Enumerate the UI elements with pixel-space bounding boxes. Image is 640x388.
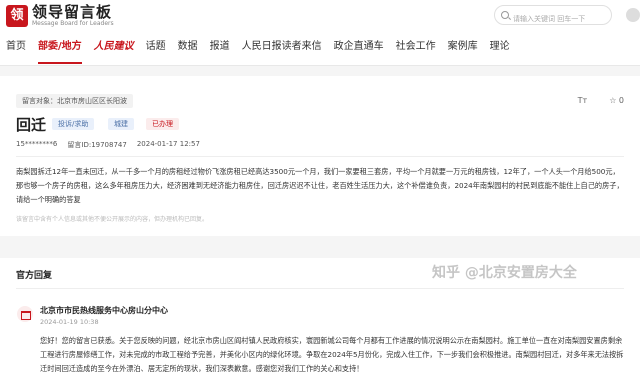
site-header: 领 领导留言板 Message Board for Leaders 首页 部委/… [0,0,640,66]
message-title: 回迁 [16,116,47,134]
message-meta: 15********6 留言ID:19708747 2024-01-17 12:… [16,140,200,150]
reply-heading: 官方回复 [16,271,53,281]
watermark: 知乎 @北京安置房大全 [432,265,577,281]
reply-time: 2024-01-19 10:38 [40,318,99,326]
site-title: 领导留言板 [32,3,113,21]
status-badge: 已办理 [146,118,179,130]
nav-item-case-library[interactable]: 案例库 [442,36,484,58]
message-id: 留言ID:19708747 [67,141,127,149]
nav-item-reports[interactable]: 报道 [204,36,236,58]
message-card: 留言对象：北京市房山区区长阳波 Tт ☆ 0 回迁 投诉/求助 城建 已办理 1… [0,76,640,236]
message-target: 留言对象：北京市房山区区长阳波 [16,94,133,108]
government-building-icon [17,306,33,322]
site-logo[interactable]: 领 领导留言板 Message Board for Leaders [6,4,114,28]
nav-item-reader-letters[interactable]: 人民日报读者来信 [236,36,328,58]
privacy-notice: 该留言中含有个人信息或其他不便公开展示的内容，但办理机构已回复。 [16,216,209,223]
main-nav: 首页 部委/地方 人民建议 话题 数据 报道 人民日报读者来信 政企直通车 社会… [0,36,640,64]
message-tools: Tт ☆ 0 [578,96,624,105]
tag-urban-construction: 城建 [108,118,134,130]
divider [16,288,624,289]
reply-content: 您好！您的留言已获悉。关于您反映的问题，经北京市房山区阎村镇人民政府核实，寰园新… [40,336,624,373]
logo-mark-icon: 领 [6,5,28,27]
nav-item-theory[interactable]: 理论 [484,36,516,58]
divider [16,156,624,157]
nav-item-topics[interactable]: 话题 [140,36,172,58]
nav-item-data[interactable]: 数据 [172,36,204,58]
message-date: 2024-01-17 12:57 [136,140,200,148]
tag-complaint: 投诉/求助 [52,118,95,130]
favorite-button[interactable]: ☆ 0 [609,96,624,105]
site-subtitle: Message Board for Leaders [32,20,114,27]
nav-item-social-work[interactable]: 社会工作 [390,36,442,58]
user-avatar[interactable] [626,8,640,22]
search-icon[interactable] [501,11,509,19]
nav-item-home[interactable]: 首页 [0,36,32,58]
message-author: 15********6 [16,140,58,148]
search-box [494,5,612,28]
text-size-button[interactable]: Tт [578,96,588,105]
nav-item-ministries[interactable]: 部委/地方 [32,36,88,64]
message-content: 南梨园拆迁12年一直未回迁，从一千多一个月的房租经过物价飞涨房租已经高达3500… [16,167,624,204]
nav-item-gov-enterprise[interactable]: 政企直通车 [328,36,390,58]
reply-org-name: 北京市市民热线服务中心房山分中心 [40,306,168,315]
nav-item-people-suggestions[interactable]: 人民建议 [88,36,140,58]
